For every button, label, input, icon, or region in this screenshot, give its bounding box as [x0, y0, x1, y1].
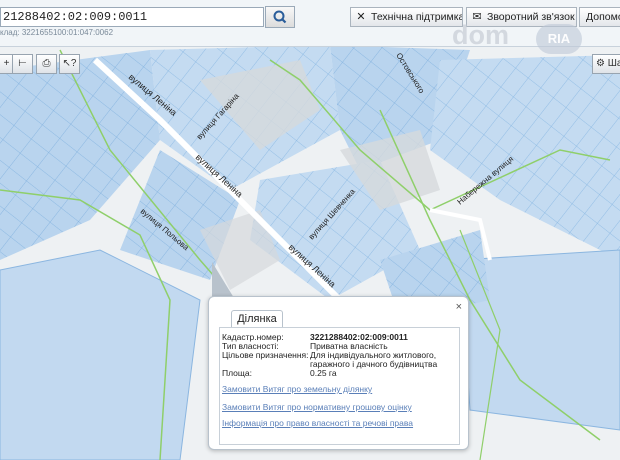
close-icon[interactable]: × — [456, 301, 462, 313]
search-button[interactable] — [265, 6, 295, 28]
layers-label: Ша — [607, 58, 620, 69]
parcel-info-popup: × Ділянка Кадастр.номер: 3221288402:02:0… — [208, 296, 469, 450]
ownership-info-link[interactable]: Інформація про право власності та речові… — [222, 418, 413, 428]
search-hint: клад: 3221655100:01:047:0062 — [0, 28, 114, 37]
print-button[interactable]: ⎙ — [36, 54, 57, 74]
measure-icon: ⊢ — [18, 58, 27, 69]
order-valuation-extract-link[interactable]: Замовити Витяг про нормативну грошову оц… — [222, 402, 412, 412]
dom-ria-watermark: dom — [452, 20, 509, 50]
ria-badge: RIA — [536, 24, 582, 54]
print-icon: ⎙ — [42, 58, 51, 69]
cadastral-search-input[interactable]: 21288402:02:009:0011 — [0, 7, 264, 27]
cursor-help-icon: ↖? — [62, 58, 77, 69]
field-label: Площа: — [222, 368, 252, 378]
area-value: 0.25 га — [310, 368, 337, 378]
popup-pointer — [212, 262, 234, 298]
help-label: Допомога — [586, 11, 620, 23]
tools-icon: ✕ — [356, 11, 366, 23]
layers-button[interactable]: ⚙ Ша — [592, 54, 620, 74]
measure-button[interactable]: ⊢ — [12, 54, 33, 74]
gear-icon: ⚙ — [596, 58, 605, 69]
support-button[interactable]: ✕ Технічна підтримка — [350, 7, 463, 27]
field-label: Цільове призначення: — [222, 350, 309, 360]
top-toolbar: 21288402:02:009:0011 клад: 3221655100:01… — [0, 0, 620, 47]
parcel-details-panel: Кадастр.номер: 3221288402:02:009:0011 Ти… — [219, 327, 460, 445]
search-icon — [273, 10, 287, 24]
help-button[interactable]: Допомога — [579, 7, 620, 27]
tab-parcel[interactable]: Ділянка — [231, 310, 283, 327]
order-land-extract-link[interactable]: Замовити Витяг про земельну ділянку — [222, 384, 372, 394]
plus-icon: + — [3, 58, 10, 69]
info-cursor-button[interactable]: ↖? — [59, 54, 80, 74]
support-label: Технічна підтримка — [371, 11, 463, 23]
